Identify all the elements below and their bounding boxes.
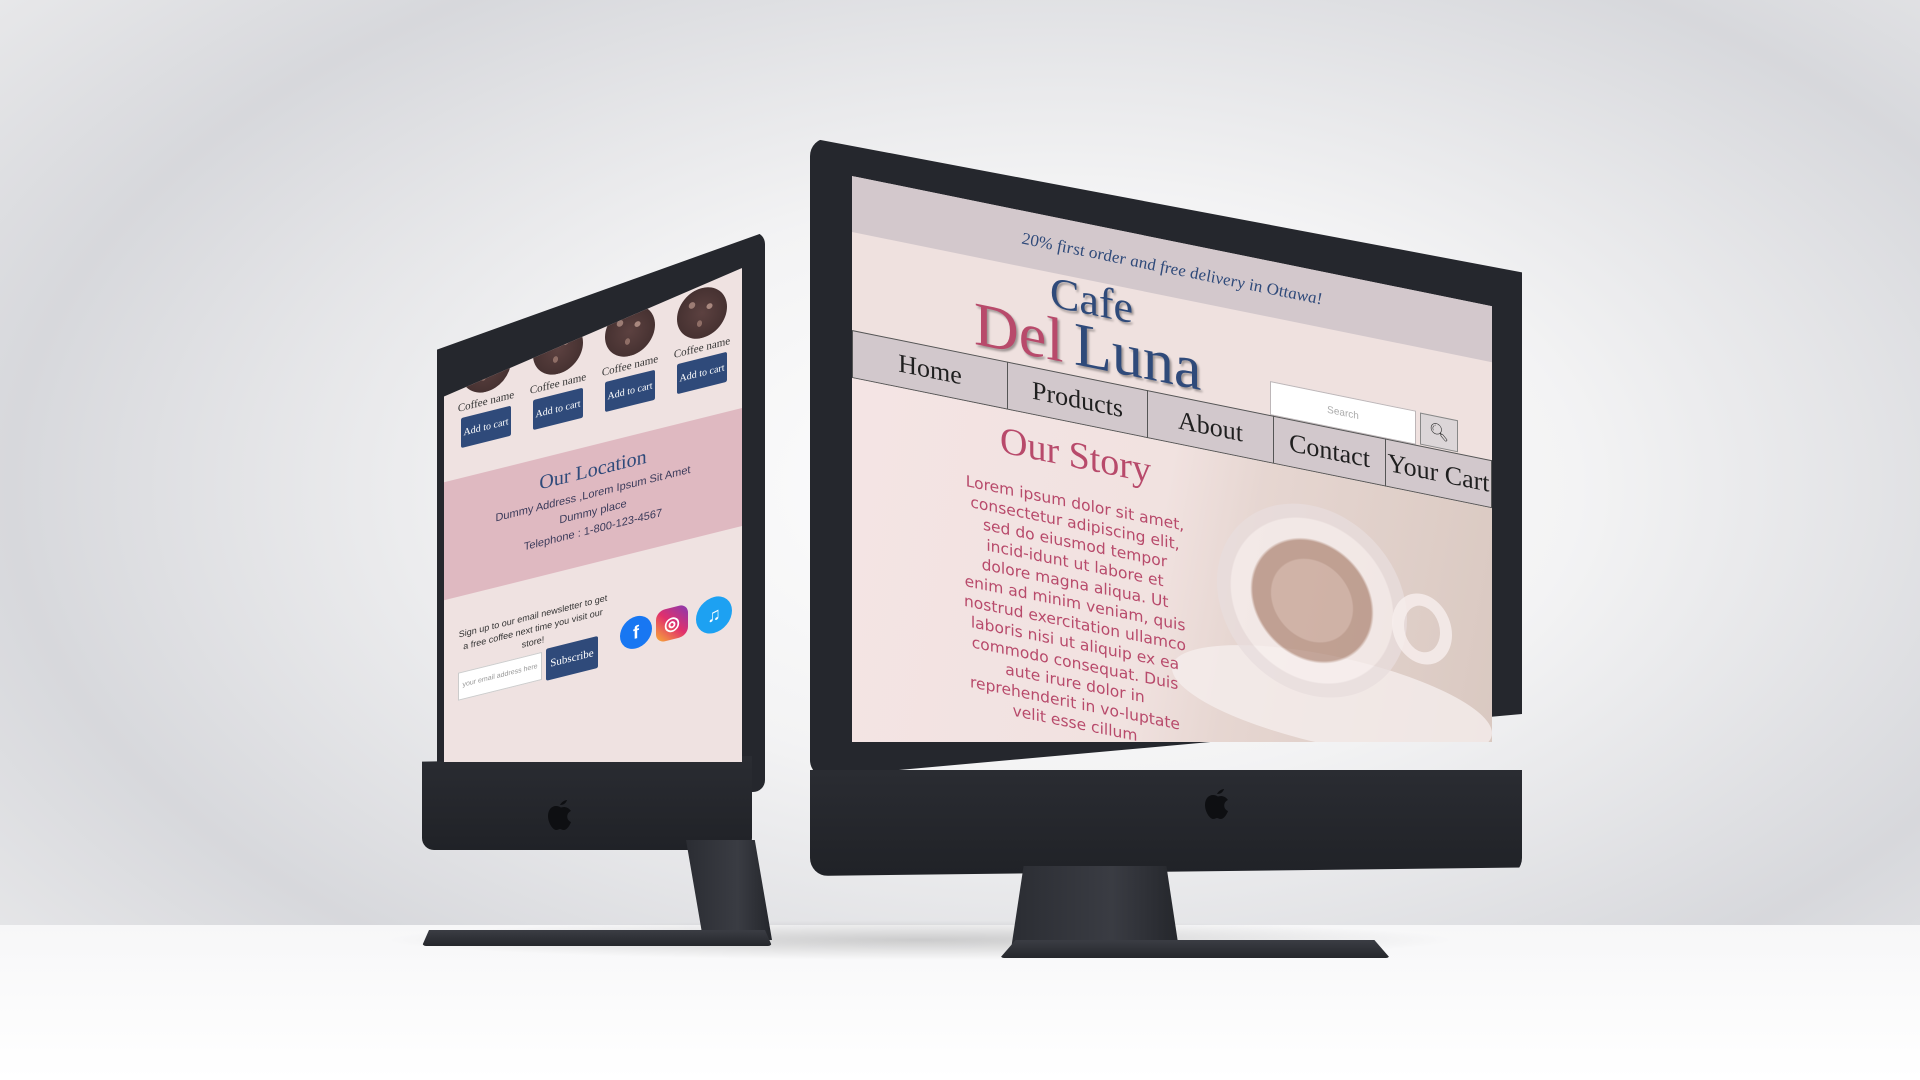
right-monitor-chin xyxy=(810,770,1522,876)
apple-logo-icon xyxy=(548,800,571,830)
right-screen: 20% first order and free delivery in Ott… xyxy=(852,176,1492,742)
facebook-icon[interactable]: f xyxy=(620,612,652,653)
product-card: Coffee name Add to cart xyxy=(670,280,734,396)
cup-handle-image xyxy=(1392,587,1452,671)
right-monitor-foot xyxy=(1000,940,1390,958)
right-screen-page: 20% first order and free delivery in Ott… xyxy=(852,176,1492,742)
apple-logo-icon xyxy=(1205,789,1228,819)
twitter-icon[interactable]: ♫ xyxy=(696,592,732,638)
instagram-icon[interactable]: ◎ xyxy=(656,603,688,644)
magnifier-icon: 🔍︎ xyxy=(1428,422,1450,444)
left-monitor-chin xyxy=(422,756,752,850)
story-text: Lorem ipsum dolor sit amet, consectetur … xyxy=(963,472,1186,742)
left-monitor-foot xyxy=(422,930,772,946)
